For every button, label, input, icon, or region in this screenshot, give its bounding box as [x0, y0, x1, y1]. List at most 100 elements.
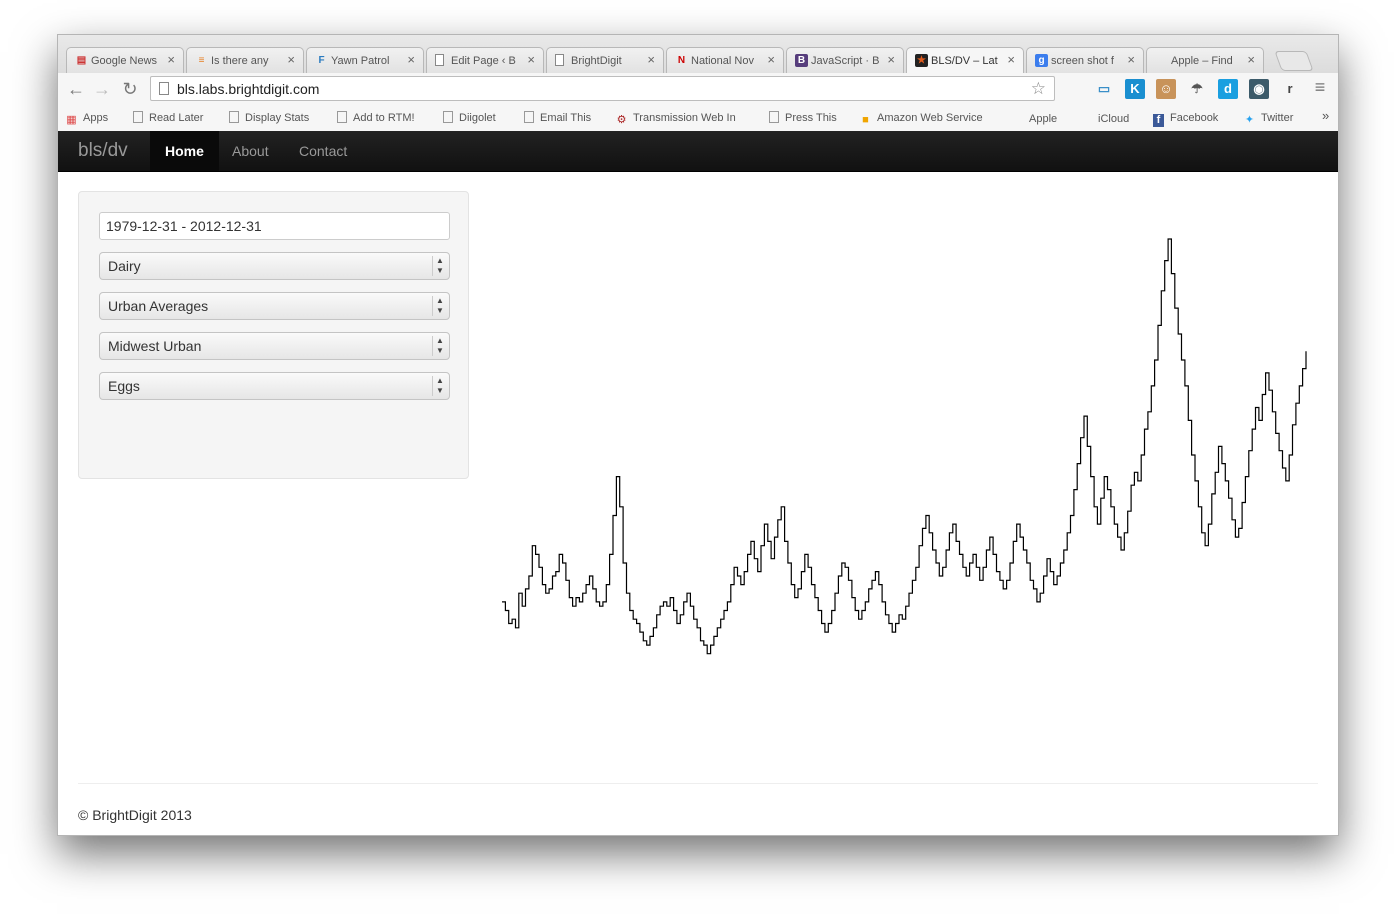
browser-tab[interactable]: Apple – Find × [1146, 47, 1264, 73]
category-select-value: Dairy [108, 258, 141, 274]
area-select[interactable]: Midwest Urban ▲ ▼ [99, 332, 450, 360]
price-chart [502, 238, 1307, 655]
fth-icon: F [318, 55, 325, 66]
close-tab-icon[interactable]: × [887, 53, 895, 67]
browser-tab[interactable]: F Yawn Patrol × [306, 47, 424, 73]
tab-label: National Nov [691, 55, 754, 67]
select-arrows-icon: ▲ ▼ [436, 296, 444, 315]
select-divider [432, 296, 433, 316]
forward-arrow-icon[interactable]: → [92, 79, 112, 99]
bookmark-item[interactable]: Read Later [133, 111, 203, 125]
select-arrows-icon: ▲ ▼ [436, 336, 444, 355]
browser-tab[interactable]: B JavaScript · B × [786, 47, 904, 73]
close-tab-icon[interactable]: × [767, 53, 775, 67]
url-text: bls.labs.brightdigit.com [177, 81, 320, 97]
transmission-icon: ⚙ [616, 114, 627, 126]
news-icon: ▤ [76, 55, 87, 66]
browser-tab[interactable]: Edit Page ‹ B × [426, 47, 544, 73]
bookmark-item[interactable]: iCloud [1081, 111, 1129, 126]
tab-label: BLS/DV – Lat [931, 55, 998, 67]
price-series-line [502, 238, 1307, 655]
address-bar[interactable]: bls.labs.brightdigit.com ☆ [150, 76, 1055, 101]
browser-tab[interactable]: ≡ Is there any × [186, 47, 304, 73]
close-tab-icon[interactable]: × [287, 53, 295, 67]
area-type-select[interactable]: Urban Averages ▲ ▼ [99, 292, 450, 320]
select-divider [432, 256, 433, 276]
browser-tab[interactable]: ★ BLS/DV – Lat × [906, 47, 1024, 73]
tab-label: screen shot f [1051, 55, 1114, 67]
bookmark-item[interactable]: Email This [524, 111, 591, 125]
nav-contact[interactable]: Contact [284, 131, 362, 171]
back-arrow-icon[interactable]: ← [66, 79, 86, 99]
umbrella-extension-icon[interactable]: ☂ [1187, 79, 1207, 99]
bookmark-label: Amazon Web Service [877, 112, 983, 124]
bookmark-item[interactable]: Diigolet [443, 111, 496, 125]
tab-label: Apple – Find [1171, 55, 1233, 67]
page-icon [159, 82, 169, 95]
bookmark-item[interactable]: Add to RTM! [337, 111, 415, 125]
bookmark-label: Transmission Web In [633, 112, 736, 124]
browser-tab[interactable]: BrightDigit × [546, 47, 664, 73]
bookmark-label: iCloud [1098, 113, 1130, 125]
close-tab-icon[interactable]: × [407, 53, 415, 67]
close-tab-icon[interactable]: × [647, 53, 655, 67]
item-select[interactable]: Eggs ▲ ▼ [99, 372, 450, 400]
bookmark-item[interactable]: Display Stats [229, 111, 309, 125]
d-extension-icon[interactable]: d [1218, 79, 1238, 99]
apple-icon [1081, 111, 1092, 124]
site-brand[interactable]: bls/dv [78, 140, 128, 162]
bookmark-item[interactable]: ✦ Twitter [1244, 111, 1294, 127]
select-arrows-icon: ▲ ▼ [436, 376, 444, 395]
close-tab-icon[interactable]: × [527, 53, 535, 67]
bookmark-label: Email This [540, 112, 592, 124]
date-range-input[interactable]: 1979-12-31 - 2012-12-31 [99, 212, 450, 240]
r-extension-icon[interactable]: r [1280, 79, 1300, 99]
nav-home[interactable]: Home [150, 131, 219, 171]
close-tab-icon[interactable]: × [1247, 53, 1255, 67]
bookmark-item[interactable]: Press This [769, 111, 837, 125]
browser-tab[interactable]: N National Nov × [666, 47, 784, 73]
cast-icon[interactable]: ▭ [1094, 79, 1114, 99]
tab-label: Yawn Patrol [331, 55, 390, 67]
item-select-value: Eggs [108, 378, 140, 394]
area-type-select-value: Urban Averages [108, 298, 209, 314]
browser-tab[interactable]: g screen shot f × [1026, 47, 1144, 73]
menu-icon[interactable]: ≡ [1310, 77, 1330, 97]
bookmark-item[interactable]: ⚙ Transmission Web In [616, 111, 736, 127]
bookmark-item[interactable]: ▦ Apps [66, 111, 108, 127]
k-extension-icon[interactable]: K [1125, 79, 1145, 99]
close-tab-icon[interactable]: × [167, 53, 175, 67]
page-icon [443, 111, 453, 123]
owl-extension-icon[interactable]: ◉ [1249, 79, 1269, 99]
bookmark-item[interactable]: Apple [1012, 111, 1057, 126]
apple-icon [1155, 54, 1168, 67]
site-navbar: bls/dv Home About Contact [58, 131, 1338, 172]
bookmark-item[interactable]: f Facebook [1153, 111, 1218, 127]
character-extension-icon[interactable]: ☺ [1156, 79, 1176, 99]
close-tab-icon[interactable]: × [1127, 53, 1135, 67]
tab-label: Google News [91, 55, 158, 67]
category-select[interactable]: Dairy ▲ ▼ [99, 252, 450, 280]
nav-about[interactable]: About [217, 131, 284, 171]
tab-label: JavaScript · B [811, 55, 880, 67]
google-icon: g [1035, 54, 1048, 67]
new-tab-button[interactable] [1274, 51, 1314, 71]
reload-icon[interactable]: ↻ [120, 79, 140, 99]
browser-toolbar: ← → ↻ bls.labs.brightdigit.com ☆ ▭ K ☺ ☂ d ◉ r… [58, 73, 1338, 105]
bookmarks-overflow-icon[interactable]: » [1322, 109, 1329, 123]
bookmark-star-icon[interactable]: ☆ [1031, 79, 1046, 99]
facebook-icon: f [1153, 114, 1164, 127]
bookmark-item[interactable]: ■ Amazon Web Service [860, 111, 983, 127]
close-tab-icon[interactable]: × [1007, 53, 1015, 67]
page-icon [435, 54, 444, 66]
area-select-value: Midwest Urban [108, 338, 202, 354]
page-icon [769, 111, 779, 123]
tab-label: Edit Page ‹ B [451, 55, 516, 67]
bookmark-label: Press This [785, 112, 837, 124]
controls-panel: 1979-12-31 - 2012-12-31 Dairy ▲ ▼ Urban A… [78, 191, 469, 479]
bookmark-label: Add to RTM! [353, 112, 415, 124]
select-arrows-icon: ▲ ▼ [436, 256, 444, 275]
browser-tab[interactable]: ▤ Google News × [66, 47, 184, 73]
select-divider [432, 336, 433, 356]
bookmark-label: Twitter [1261, 112, 1294, 124]
